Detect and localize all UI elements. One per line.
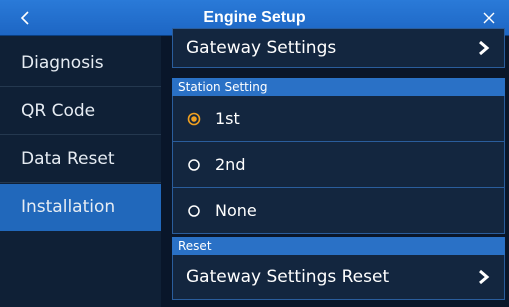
engine-setup-screen: Engine Setup Diagnosis QR Code Data Rese… [0,0,509,307]
gateway-settings-button[interactable]: Gateway Settings [172,28,505,68]
station-option-label: 2nd [215,155,246,174]
sidebar-item-data-reset[interactable]: Data Reset [0,136,161,183]
sidebar-item-qr-code[interactable]: QR Code [0,88,161,135]
close-icon [483,12,495,23]
station-option-label: 1st [215,109,240,128]
station-option-1st[interactable]: 1st [172,96,505,142]
sidebar-item-label: QR Code [21,101,96,121]
sidebar-item-label: Data Reset [21,149,115,169]
gateway-settings-label: Gateway Settings [186,38,337,58]
station-option-label: None [215,201,257,220]
gateway-settings-reset-button[interactable]: Gateway Settings Reset [172,255,505,300]
sidebar: Diagnosis QR Code Data Reset Installatio… [0,36,161,307]
radio-unselected-icon [188,158,200,171]
main-panel: Gateway Settings Station Setting 1st 2nd [171,28,509,307]
chevron-right-icon [479,40,490,56]
radio-unselected-icon [188,204,200,217]
station-option-none[interactable]: None [172,188,505,234]
sidebar-item-diagnosis[interactable]: Diagnosis [0,40,161,87]
reset-header: Reset [172,237,505,255]
station-setting-header: Station Setting [172,78,505,96]
sidebar-item-installation[interactable]: Installation [0,184,161,231]
sidebar-item-label: Installation [21,197,116,217]
chevron-right-icon [479,269,490,285]
station-option-2nd[interactable]: 2nd [172,142,505,188]
gateway-settings-reset-label: Gateway Settings Reset [186,267,390,287]
sidebar-item-label: Diagnosis [21,53,104,73]
panel-divider [161,36,171,307]
radio-selected-icon [187,112,201,125]
